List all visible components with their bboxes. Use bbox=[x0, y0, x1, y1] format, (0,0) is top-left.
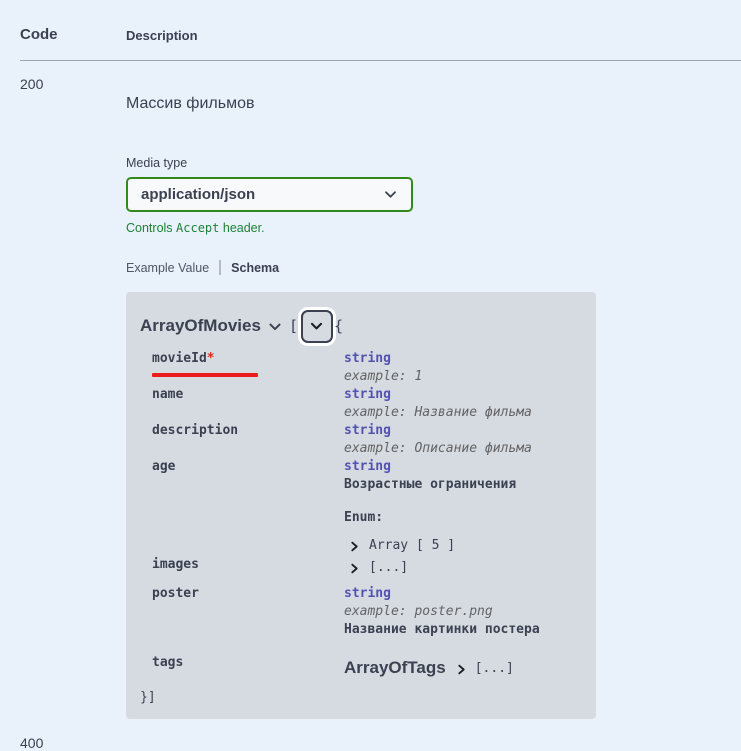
enum-array-toggle-label: Array [ 5 ] bbox=[369, 536, 455, 556]
media-type-select[interactable]: application/json bbox=[126, 177, 413, 212]
chevron-down-icon[interactable] bbox=[268, 320, 282, 334]
responses-table-header: Code Description bbox=[20, 0, 741, 43]
collapsed-toggle-label: [...] bbox=[369, 558, 408, 578]
property-name: images bbox=[140, 556, 344, 585]
model-title[interactable]: ArrayOfMovies bbox=[140, 316, 261, 336]
property-example: example: Описание фильма bbox=[344, 440, 582, 458]
property-example: example: Название фильма bbox=[344, 404, 582, 422]
note-accept-code: Accept bbox=[176, 221, 219, 235]
property-value: stringexample: Название фильма bbox=[344, 386, 582, 422]
property-value: [...] bbox=[344, 556, 582, 585]
media-type-label: Media type bbox=[126, 156, 741, 170]
response-body: Массив фильмов Media type application/js… bbox=[126, 76, 741, 719]
tab-example-value[interactable]: Example Value bbox=[126, 261, 209, 275]
model-title-row: ArrayOfMovies [ { bbox=[140, 307, 582, 345]
schema-property-row: agestringВозрастные ограничения Enum: Arra… bbox=[140, 458, 582, 556]
property-description: Название картинки постера bbox=[344, 621, 582, 639]
note-suffix: header. bbox=[219, 221, 264, 235]
property-name: name bbox=[140, 386, 344, 422]
collapsed-toggle-label: [...] bbox=[475, 661, 514, 676]
controls-accept-note: Controls Accept header. bbox=[126, 221, 741, 235]
chevron-right-icon bbox=[446, 661, 475, 676]
schema-property-row: posterstringexample: poster.pngНазвание … bbox=[140, 585, 582, 639]
property-type: string bbox=[344, 386, 582, 404]
property-description: Возрастные ограничения bbox=[344, 476, 582, 494]
next-response-code: 400 bbox=[20, 735, 741, 751]
chevron-down-icon bbox=[383, 187, 398, 202]
open-square-bracket: [ bbox=[289, 317, 298, 335]
response-code: 200 bbox=[20, 76, 126, 719]
property-type: string bbox=[344, 350, 582, 368]
response-description: Массив фильмов bbox=[126, 95, 741, 113]
property-value: stringexample: Описание фильма bbox=[344, 422, 582, 458]
property-type: string bbox=[344, 585, 582, 603]
property-name: age bbox=[140, 458, 344, 556]
annotation-underline bbox=[152, 373, 258, 377]
required-asterisk: * bbox=[207, 351, 215, 366]
property-type: string bbox=[344, 422, 582, 440]
schema-property-row: tagsArrayOfTags [...] bbox=[140, 654, 582, 678]
schema-properties: movieId*stringexample: 1namestringexampl… bbox=[140, 350, 582, 678]
property-name: tags bbox=[140, 654, 344, 678]
response-row-200: 200 Массив фильмов Media type applicatio… bbox=[20, 61, 741, 719]
open-curly-bracket: { bbox=[334, 317, 343, 335]
property-type: string bbox=[344, 458, 582, 476]
model-collapse-button[interactable] bbox=[301, 310, 333, 343]
responses-section: Code Description 200 Массив фильмов Medi… bbox=[0, 0, 741, 751]
chevron-down-icon bbox=[309, 319, 324, 334]
schema-property-row: descriptionstringexample: Описание фильм… bbox=[140, 422, 582, 458]
media-type-block: Media type application/json Controls Acc… bbox=[126, 156, 741, 235]
collapsed-toggle[interactable]: [...] bbox=[344, 558, 582, 578]
ref-model-title: ArrayOfTags bbox=[344, 658, 446, 678]
closing-brackets: }] bbox=[140, 689, 582, 707]
model-tabs: Example Value Schema bbox=[126, 260, 741, 275]
tab-schema[interactable]: Schema bbox=[231, 261, 279, 275]
schema-property-row: images [...] bbox=[140, 556, 582, 585]
chevron-right-icon bbox=[349, 540, 369, 553]
schema-property-row: namestringexample: Название фильма bbox=[140, 386, 582, 422]
property-value: stringВозрастные ограничения Enum: Array [… bbox=[344, 458, 582, 556]
property-example: example: 1 bbox=[344, 368, 582, 386]
property-example: example: poster.png bbox=[344, 603, 582, 621]
chevron-right-icon bbox=[349, 562, 369, 575]
property-value: ArrayOfTags [...] bbox=[344, 654, 582, 678]
ref-model-toggle[interactable]: ArrayOfTags [...] bbox=[344, 658, 582, 678]
schema-model-box: ArrayOfMovies [ { movieId*stringexample:… bbox=[126, 292, 596, 719]
schema-property-row: movieId*stringexample: 1 bbox=[140, 350, 582, 386]
tab-separator bbox=[219, 260, 221, 275]
enum-label: Enum: bbox=[344, 509, 582, 527]
property-name: poster bbox=[140, 585, 344, 639]
code-column-header: Code bbox=[20, 26, 126, 43]
note-prefix: Controls bbox=[126, 221, 176, 235]
media-type-selected-value: application/json bbox=[141, 186, 255, 203]
enum-array-toggle[interactable]: Array [ 5 ] bbox=[344, 536, 582, 556]
description-column-header: Description bbox=[126, 26, 198, 43]
property-name: movieId* bbox=[140, 350, 344, 386]
property-value: stringexample: 1 bbox=[344, 350, 582, 386]
property-name: description bbox=[140, 422, 344, 458]
property-value: stringexample: poster.pngНазвание картин… bbox=[344, 585, 582, 639]
